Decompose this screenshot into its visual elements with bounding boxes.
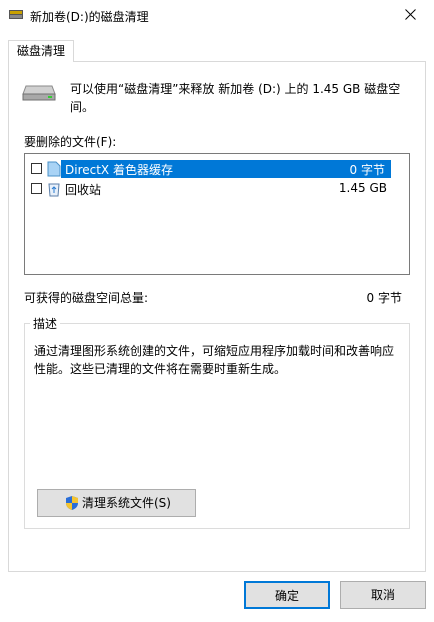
description-text: 通过清理图形系统创建的文件，可缩短应用程序加载时间和改善响应性能。这些已清理的文… — [34, 344, 395, 376]
selection-highlight: DirectX 着色器缓存 0 字节 — [61, 160, 391, 178]
disk-cleanup-app-icon — [9, 10, 23, 19]
cancel-button[interactable]: 取消 — [340, 581, 426, 609]
file-icon — [47, 161, 61, 177]
item-size: 1.45 GB — [338, 181, 387, 195]
checkbox[interactable] — [31, 183, 42, 194]
close-button[interactable] — [388, 0, 434, 30]
total-space-value: 0 字节 — [366, 291, 402, 305]
list-item[interactable]: DirectX 着色器缓存 0 字节 — [25, 160, 397, 178]
shield-icon — [66, 496, 78, 510]
total-space-label: 可获得的磁盘空间总量: — [24, 291, 149, 305]
tab-disk-cleanup[interactable]: 磁盘清理 — [8, 40, 74, 62]
files-list[interactable]: DirectX 着色器缓存 0 字节 回收站 1.45 GB — [24, 153, 410, 275]
item-name: 回收站 — [65, 183, 102, 197]
summary-text: 可以使用“磁盘清理”来释放 新加卷 (D:) 上的 1.45 GB 磁盘空间。 — [70, 82, 401, 114]
list-item[interactable]: 回收站 1.45 GB — [25, 180, 397, 198]
drive-icon — [22, 85, 56, 101]
window-title: 新加卷(D:)的磁盘清理 — [30, 10, 149, 24]
clean-system-files-label: 清理系统文件(S) — [82, 496, 171, 510]
files-to-delete-label: 要删除的文件(F): — [24, 135, 117, 149]
item-size: 0 字节 — [349, 163, 385, 177]
checkbox[interactable] — [31, 163, 42, 174]
recycle-bin-icon — [48, 183, 60, 197]
close-icon — [405, 9, 416, 20]
item-name: DirectX 着色器缓存 — [65, 163, 173, 177]
title-bar: 新加卷(D:)的磁盘清理 — [0, 0, 434, 30]
clean-system-files-button[interactable]: 清理系统文件(S) — [37, 489, 196, 517]
description-title: 描述 — [30, 315, 61, 332]
ok-button[interactable]: 确定 — [244, 581, 330, 609]
